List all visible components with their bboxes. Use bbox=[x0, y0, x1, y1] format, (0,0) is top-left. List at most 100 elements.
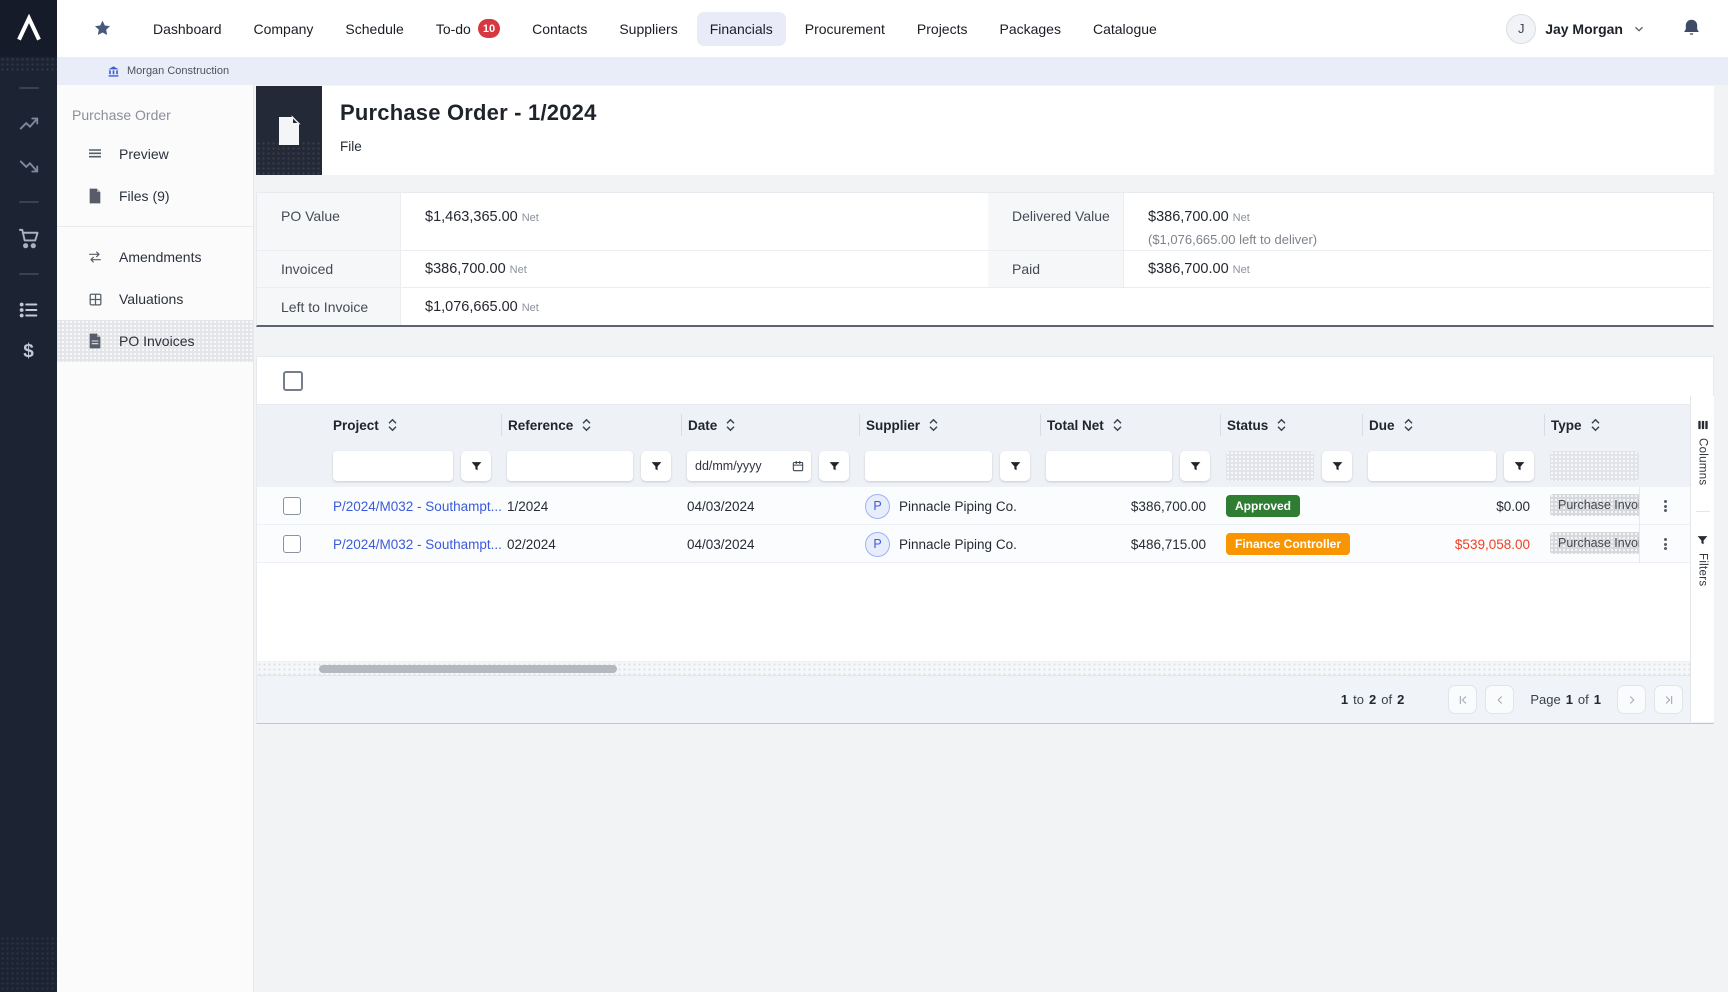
grid-icon bbox=[87, 292, 103, 307]
sort-icon[interactable] bbox=[928, 418, 939, 432]
filter-input-reference[interactable] bbox=[507, 451, 633, 481]
nav-todo[interactable]: To-do10 bbox=[423, 10, 513, 47]
user-avatar[interactable]: J bbox=[1506, 14, 1536, 44]
sort-icon[interactable] bbox=[1403, 418, 1414, 432]
nav-items: Dashboard Company Schedule To-do10 Conta… bbox=[140, 10, 1170, 47]
rail-divider bbox=[19, 273, 39, 275]
col-header-status[interactable]: Status bbox=[1220, 414, 1362, 436]
last-page-button[interactable] bbox=[1654, 685, 1683, 714]
sidebar-item-preview[interactable]: Preview bbox=[57, 133, 253, 175]
filter-input-status-disabled bbox=[1226, 451, 1314, 481]
col-header-reference[interactable]: Reference bbox=[501, 414, 681, 436]
filter-input-total-net[interactable] bbox=[1046, 451, 1172, 481]
page-title: Purchase Order - 1/2024 bbox=[340, 100, 597, 126]
col-header-due[interactable]: Due bbox=[1362, 414, 1544, 436]
list-icon[interactable] bbox=[0, 289, 57, 331]
nav-procurement[interactable]: Procurement bbox=[792, 12, 898, 46]
supplier-avatar: P bbox=[865, 494, 890, 519]
sort-icon[interactable] bbox=[725, 418, 736, 432]
filter-button-project[interactable] bbox=[461, 451, 491, 481]
sidebar-item-amendments[interactable]: Amendments bbox=[57, 236, 253, 278]
nav-schedule[interactable]: Schedule bbox=[332, 12, 416, 46]
filter-button-status[interactable] bbox=[1322, 451, 1352, 481]
row-checkbox[interactable] bbox=[283, 535, 301, 553]
sidebar-item-po-invoices[interactable]: PO Invoices bbox=[57, 320, 253, 362]
sort-icon[interactable] bbox=[1112, 418, 1123, 432]
select-all-checkbox[interactable] bbox=[283, 371, 303, 391]
prev-page-button[interactable] bbox=[1485, 685, 1514, 714]
next-page-button[interactable] bbox=[1617, 685, 1646, 714]
sidebar-item-valuations[interactable]: Valuations bbox=[57, 278, 253, 320]
filters-panel-toggle[interactable]: Filters bbox=[1696, 534, 1709, 586]
favorites-star-icon[interactable] bbox=[93, 19, 112, 38]
sort-icon[interactable] bbox=[387, 418, 398, 432]
table-row[interactable]: P/2024/M032 - Southampt... 02/2024 04/03… bbox=[257, 525, 1713, 563]
filter-button-total-net[interactable] bbox=[1180, 451, 1210, 481]
col-header-total-net[interactable]: Total Net bbox=[1040, 414, 1220, 436]
sidebar-item-files[interactable]: Files (9) bbox=[57, 175, 253, 217]
due-cell: $0.00 bbox=[1362, 499, 1544, 514]
sort-icon[interactable] bbox=[581, 418, 592, 432]
filter-input-supplier[interactable] bbox=[865, 451, 992, 481]
sidebar-divider bbox=[57, 226, 253, 227]
left-to-deliver-note: ($1,076,665.00 left to deliver) bbox=[1148, 232, 1711, 247]
filter-date-input[interactable]: dd/mm/yyyy bbox=[687, 451, 811, 481]
col-header-date[interactable]: Date bbox=[681, 414, 859, 436]
dollar-icon[interactable]: $ bbox=[0, 331, 57, 373]
summary-label-po-value: PO Value bbox=[257, 193, 401, 251]
filter-input-type-disabled bbox=[1550, 451, 1639, 481]
cart-icon[interactable] bbox=[0, 217, 57, 259]
rail-pattern bbox=[0, 936, 57, 992]
project-link[interactable]: P/2024/M032 - Southampt... bbox=[333, 499, 501, 514]
first-page-button[interactable] bbox=[1448, 685, 1477, 714]
supplier-avatar: P bbox=[865, 532, 890, 557]
nav-packages[interactable]: Packages bbox=[986, 12, 1073, 46]
nav-company[interactable]: Company bbox=[241, 12, 327, 46]
trend-down-icon[interactable] bbox=[0, 145, 57, 187]
sort-icon[interactable] bbox=[1276, 418, 1287, 432]
table-row[interactable]: P/2024/M032 - Southampt... 1/2024 04/03/… bbox=[257, 487, 1713, 525]
row-actions-kebab[interactable] bbox=[1639, 525, 1691, 563]
horizontal-scrollbar[interactable] bbox=[257, 661, 1713, 675]
col-header-type[interactable]: Type bbox=[1544, 414, 1639, 436]
nav-suppliers[interactable]: Suppliers bbox=[606, 12, 690, 46]
summary-label-delivered: Delivered Value bbox=[988, 193, 1124, 251]
sort-icon[interactable] bbox=[1590, 418, 1601, 432]
nav-contacts[interactable]: Contacts bbox=[519, 12, 600, 46]
notifications-bell-icon[interactable] bbox=[1681, 18, 1702, 39]
calendar-icon[interactable] bbox=[791, 459, 805, 473]
nav-financials[interactable]: Financials bbox=[697, 12, 786, 46]
filter-button-supplier[interactable] bbox=[1000, 451, 1030, 481]
app-logo[interactable] bbox=[0, 0, 57, 57]
scrollbar-thumb[interactable] bbox=[319, 665, 617, 673]
funnel-icon bbox=[828, 460, 841, 473]
pagination-page: Page 1 of 1 bbox=[1530, 692, 1601, 707]
columns-panel-toggle[interactable]: Columns bbox=[1696, 418, 1710, 485]
row-checkbox[interactable] bbox=[283, 497, 301, 515]
app-rail: $ bbox=[0, 0, 57, 992]
user-name: Jay Morgan bbox=[1545, 21, 1623, 37]
filter-button-due[interactable] bbox=[1504, 451, 1534, 481]
filter-button-date[interactable] bbox=[819, 451, 849, 481]
col-header-supplier[interactable]: Supplier bbox=[859, 414, 1040, 436]
file-icon bbox=[87, 333, 103, 349]
project-link[interactable]: P/2024/M032 - Southampt... bbox=[333, 537, 501, 552]
col-header-project[interactable]: Project bbox=[327, 418, 501, 433]
rail-divider bbox=[19, 201, 39, 203]
table-filter-row: dd/mm/yyyy bbox=[257, 445, 1713, 487]
filter-input-due[interactable] bbox=[1368, 451, 1496, 481]
filter-button-reference[interactable] bbox=[641, 451, 671, 481]
table-empty-space bbox=[257, 563, 1713, 661]
trend-up-icon[interactable] bbox=[0, 103, 57, 145]
todo-count-badge: 10 bbox=[478, 19, 500, 38]
nav-projects[interactable]: Projects bbox=[904, 12, 981, 46]
filter-input-project[interactable] bbox=[333, 451, 453, 481]
status-badge: Finance Controller bbox=[1226, 533, 1350, 555]
row-actions-kebab[interactable] bbox=[1639, 487, 1691, 525]
user-menu[interactable]: J Jay Morgan bbox=[1506, 14, 1702, 44]
chevron-down-icon bbox=[1632, 22, 1646, 36]
nav-catalogue[interactable]: Catalogue bbox=[1080, 12, 1170, 46]
tab-file[interactable]: File bbox=[340, 139, 597, 154]
breadcrumb-company[interactable]: Morgan Construction bbox=[127, 65, 229, 77]
nav-dashboard[interactable]: Dashboard bbox=[140, 12, 235, 46]
